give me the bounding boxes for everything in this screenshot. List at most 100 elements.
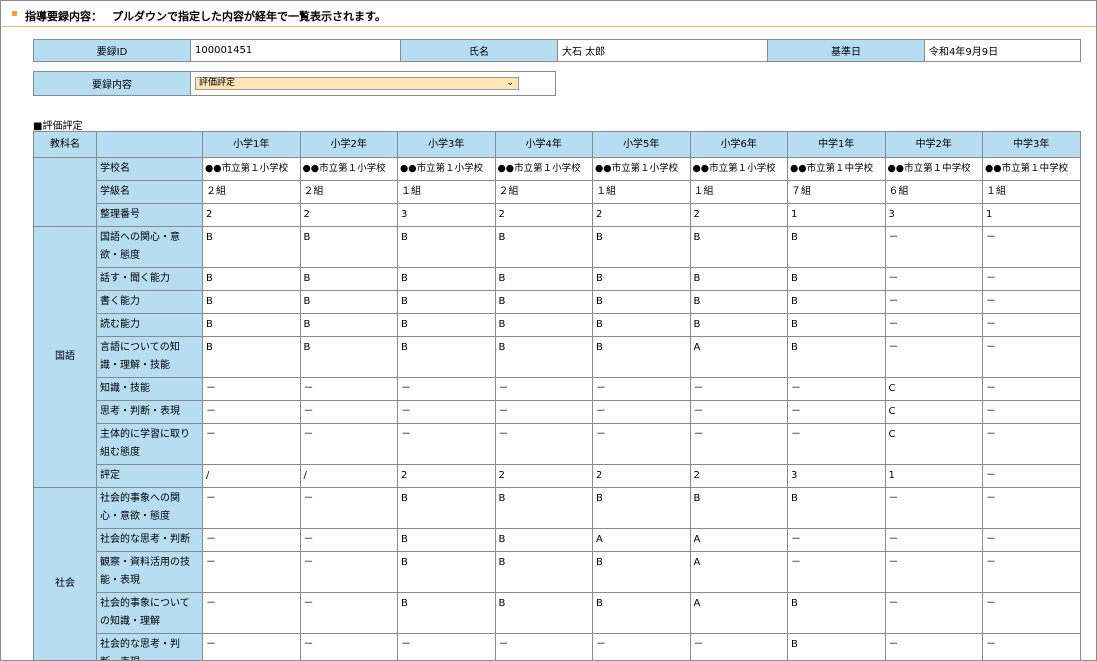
table-cell: ●●市立第１小学校 [494, 157, 593, 181]
table-cell: 2 [592, 464, 691, 488]
table-cell: B [299, 267, 398, 291]
section-title: ■評価評定 [33, 121, 83, 132]
table-cell: ２組 [202, 180, 301, 204]
table-cell: B [494, 336, 593, 378]
table-cell: － [884, 290, 983, 314]
table-cell: B [689, 267, 788, 291]
table-cell: C [884, 423, 983, 465]
year-header: 小学2年 [299, 131, 398, 158]
table-cell: B [397, 313, 496, 337]
record-content-label: 要録内容 [33, 71, 191, 96]
table-cell: － [592, 423, 691, 465]
evaluation-table: 教科名 小学1年 小学2年 小学3年 小学4年 小学5年 小学6年 中学1年 中学2年 中学3年学… [33, 131, 1081, 660]
table-cell: 2 [494, 203, 593, 227]
table-row: 言語についての知識・理解・技能 B B B B B A B －－ [34, 336, 1081, 378]
table-cell: － [787, 400, 886, 424]
table-cell: － [884, 487, 983, 529]
table-cell: B [397, 592, 496, 634]
table-cell: B [202, 267, 301, 291]
table-cell: 2 [299, 203, 398, 227]
table-cell: － [299, 633, 398, 660]
table-cell: B [787, 267, 886, 291]
table-cell: － [884, 313, 983, 337]
subject-cell: 社会 [33, 487, 97, 660]
table-cell: B [202, 226, 301, 268]
row-label: 国語への関心・意欲・態度 [96, 226, 203, 268]
year-header: 小学4年 [494, 131, 593, 158]
table-cell: B [787, 633, 886, 660]
table-cell: 2 [592, 203, 691, 227]
table-cell: － [982, 336, 1081, 378]
panel-header: 指導要録内容： プルダウンで指定した内容が経年で一覧表示されます。 [1, 1, 1096, 27]
table-cell: － [884, 267, 983, 291]
row-label: 書く能力 [96, 290, 203, 314]
table-cell: ６組 [884, 180, 983, 204]
table-cell: － [397, 633, 496, 660]
row-label: 学校名 [96, 157, 203, 181]
table-row: 書く能力 B B B B B B B －－ [34, 290, 1081, 314]
table-cell: － [299, 551, 398, 593]
table-cell: C [884, 377, 983, 401]
table-cell: － [982, 592, 1081, 634]
table-cell: － [982, 464, 1081, 488]
table-cell: 3 [884, 203, 983, 227]
table-row: 整理番号 2 2 3 2 2 2 1 3 1 [34, 203, 1081, 227]
table-cell: － [689, 400, 788, 424]
table-cell: C [884, 400, 983, 424]
table-cell: 1 [982, 203, 1081, 227]
table-cell: ●●市立第１中学校 [982, 157, 1081, 181]
base-date-value: 令和4年9月9日 [924, 39, 1081, 62]
subject-cell: 国語 [33, 226, 97, 488]
table-row: 社会 社会的事象への関心・意欲・態度－－ B B B B B －－ [33, 487, 1081, 660]
table-cell: B [494, 528, 593, 552]
table-cell: － [982, 528, 1081, 552]
table-cell: － [689, 423, 788, 465]
table-row: 主体的に学習に取り組む態度－－－－－－－ C － [34, 423, 1081, 465]
table-row: 学校名 ●●市立第１小学校 ●●市立第１小学校 ●●市立第１小学校 ●●市立第１小学校 ●… [33, 157, 1081, 227]
table-cell: B [689, 290, 788, 314]
row-label: 知識・技能 [96, 377, 203, 401]
table-cell: － [982, 290, 1081, 314]
table-cell: B [397, 290, 496, 314]
table-cell: － [884, 528, 983, 552]
table-cell: ●●市立第１小学校 [397, 157, 496, 181]
table-row: 知識・技能－－－－－－－ C － [34, 377, 1081, 401]
row-label: 社会的事象への関心・意欲・態度 [96, 487, 203, 529]
table-cell: 2 [689, 464, 788, 488]
table-cell: － [299, 400, 398, 424]
table-cell: 3 [787, 464, 886, 488]
table-cell: － [397, 400, 496, 424]
table-cell: B [397, 528, 496, 552]
table-cell: ●●市立第１小学校 [202, 157, 301, 181]
table-cell: － [494, 377, 593, 401]
table-cell: 2 [202, 203, 301, 227]
table-cell: 1 [884, 464, 983, 488]
table-cell: － [299, 487, 398, 529]
table-cell: A [689, 528, 788, 552]
table-cell: B [787, 592, 886, 634]
table-cell: B [787, 487, 886, 529]
row-label: 話す・聞く能力 [96, 267, 203, 291]
table-cell: A [689, 336, 788, 378]
record-id-label: 要録ID [33, 39, 191, 62]
chevron-down-icon: ⌄ [506, 78, 514, 88]
table-cell: － [299, 423, 398, 465]
table-cell: B [494, 487, 593, 529]
table-cell: B [689, 226, 788, 268]
subject-cell [33, 157, 97, 227]
table-cell: － [494, 423, 593, 465]
row-label: 整理番号 [96, 203, 203, 227]
row-label: 社会的事象についての知識・理解 [96, 592, 203, 634]
table-cell: １組 [982, 180, 1081, 204]
table-row: 観察・資料活用の技能・表現－－ B B B A －－－ [34, 551, 1081, 593]
table-cell: B [592, 226, 691, 268]
record-content-select[interactable]: 評価評定 ⌄ [195, 77, 519, 90]
table-cell: B [787, 290, 886, 314]
base-date-label: 基準日 [767, 39, 925, 62]
table-cell: １組 [689, 180, 788, 204]
content-selector-table: 要録内容 評価評定 ⌄ [33, 71, 556, 96]
year-header: 小学3年 [397, 131, 496, 158]
table-cell: － [202, 423, 301, 465]
grid-header-row: 教科名 小学1年 小学2年 小学3年 小学4年 小学5年 小学6年 中学1年 中学2年 中学3年 [33, 131, 1081, 158]
table-cell: － [787, 528, 886, 552]
